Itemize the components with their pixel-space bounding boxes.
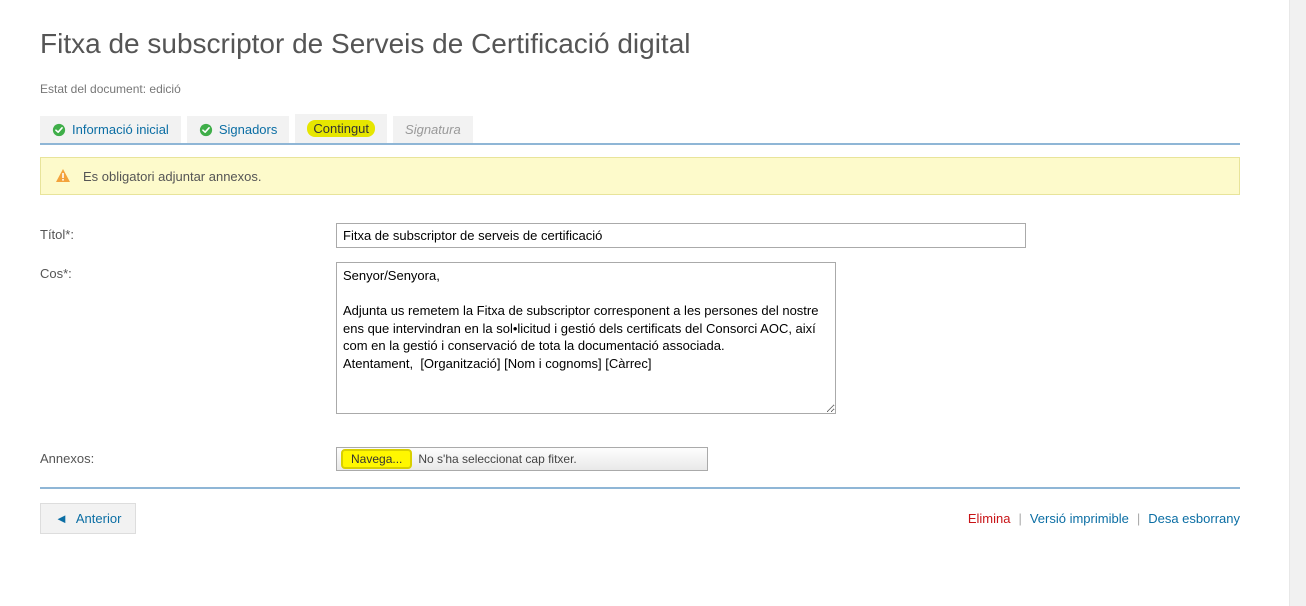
tab-informacio-inicial[interactable]: Informació inicial bbox=[40, 116, 181, 143]
file-picker[interactable]: Navega... No s'ha seleccionat cap fitxer… bbox=[336, 447, 708, 471]
link-elimina[interactable]: Elimina bbox=[968, 511, 1011, 526]
file-status-text: No s'ha seleccionat cap fitxer. bbox=[418, 452, 576, 466]
input-titol[interactable] bbox=[336, 223, 1026, 248]
document-status: Estat del document: edició bbox=[40, 82, 1240, 96]
tab-label: Signatura bbox=[405, 122, 461, 137]
check-circle-icon bbox=[52, 123, 66, 137]
separator: | bbox=[1018, 511, 1021, 526]
section-divider bbox=[40, 487, 1240, 489]
status-prefix: Estat del document: bbox=[40, 82, 146, 96]
warning-icon bbox=[55, 168, 71, 184]
status-value: edició bbox=[149, 82, 180, 96]
label-annexos: Annexos: bbox=[40, 447, 336, 466]
tab-label: Informació inicial bbox=[72, 122, 169, 137]
browse-button[interactable]: Navega... bbox=[341, 449, 412, 469]
tab-label: Signadors bbox=[219, 122, 278, 137]
link-versio-imprimible[interactable]: Versió imprimible bbox=[1030, 511, 1129, 526]
tabs: Informació inicial Signadors Contingut S… bbox=[40, 114, 1240, 145]
alert-annexos-required: Es obligatori adjuntar annexos. bbox=[40, 157, 1240, 195]
previous-button[interactable]: ◄ Anterior bbox=[40, 503, 136, 534]
tab-label: Contingut bbox=[307, 120, 375, 137]
page-title: Fitxa de subscriptor de Serveis de Certi… bbox=[40, 28, 1240, 60]
alert-message: Es obligatori adjuntar annexos. bbox=[83, 169, 262, 184]
footer-actions: Elimina | Versió imprimible | Desa esbor… bbox=[968, 511, 1240, 526]
link-desa-esborrany[interactable]: Desa esborrany bbox=[1148, 511, 1240, 526]
tab-signatura: Signatura bbox=[393, 116, 473, 143]
label-cos: Cos*: bbox=[40, 262, 336, 281]
previous-label: Anterior bbox=[76, 511, 122, 526]
scrollbar-track[interactable] bbox=[1289, 0, 1306, 606]
triangle-left-icon: ◄ bbox=[55, 511, 68, 526]
label-titol: Títol*: bbox=[40, 223, 336, 242]
textarea-cos[interactable] bbox=[336, 262, 836, 414]
tab-signadors[interactable]: Signadors bbox=[187, 116, 290, 143]
separator: | bbox=[1137, 511, 1140, 526]
tab-contingut[interactable]: Contingut bbox=[295, 114, 387, 143]
check-circle-icon bbox=[199, 123, 213, 137]
